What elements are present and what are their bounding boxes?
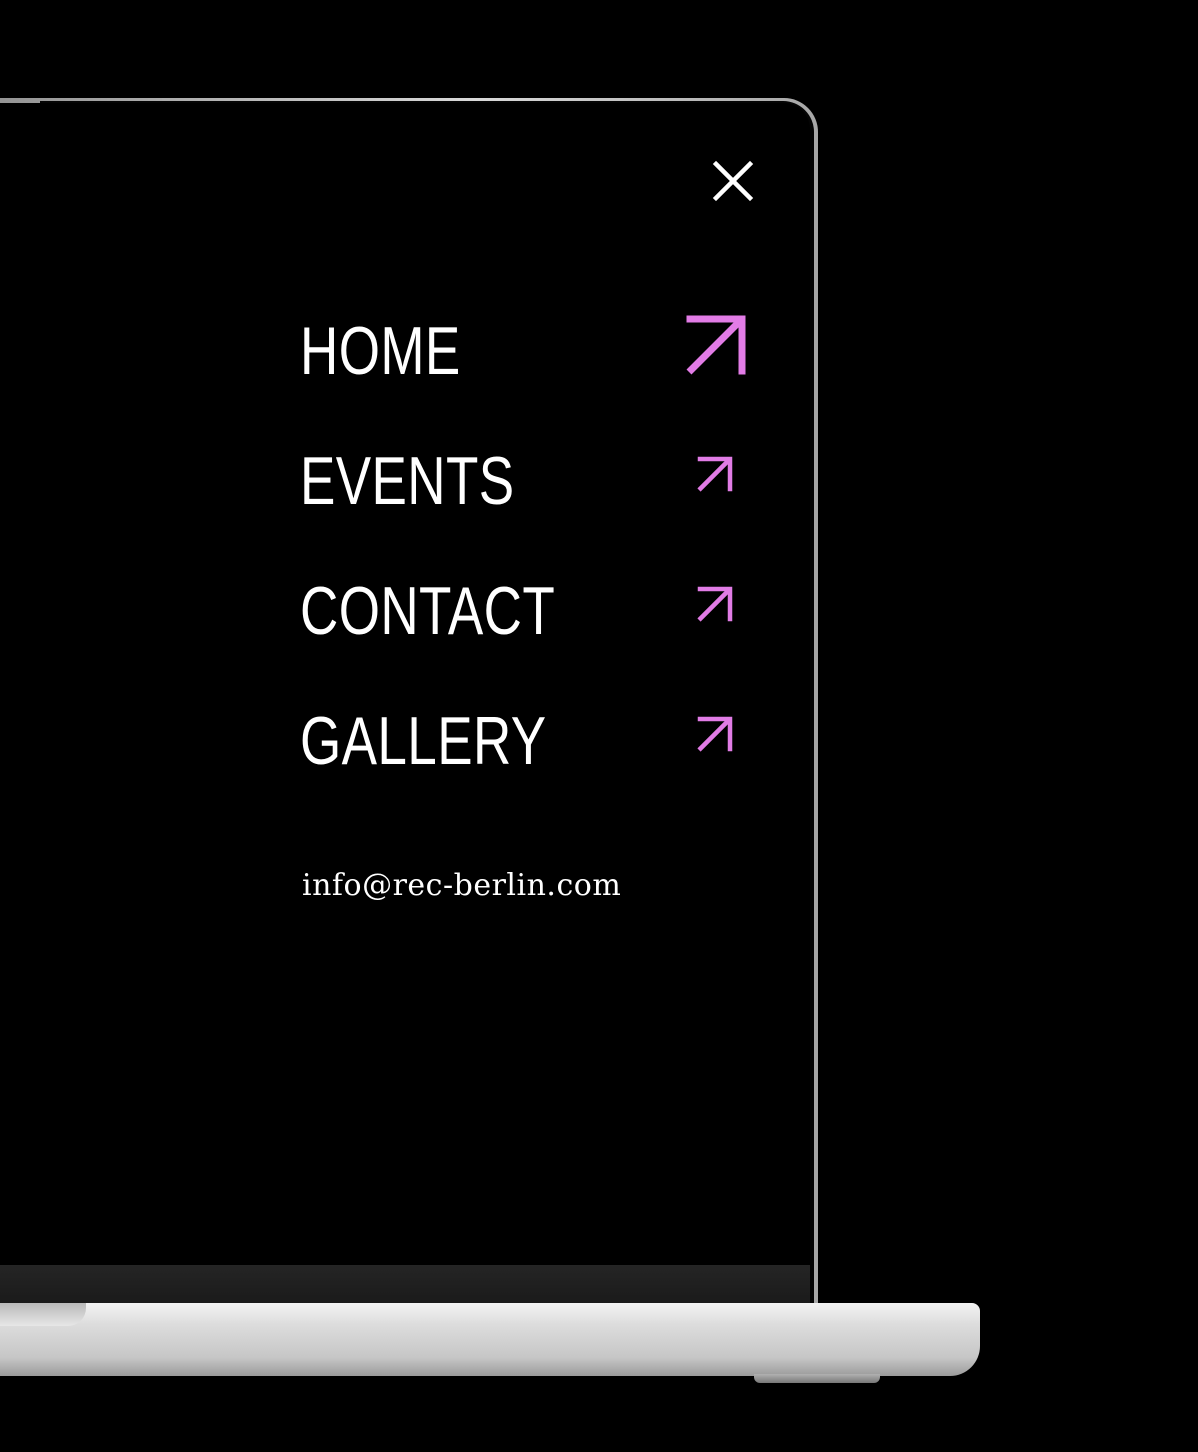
close-icon xyxy=(712,160,754,202)
arrow-up-right-icon xyxy=(697,586,733,622)
laptop-foot xyxy=(754,1374,880,1383)
nav-item-contact[interactable]: CONTACT xyxy=(300,563,750,693)
laptop-screen: HOME EVENTS CONTACT GALLERY info@rec-ber… xyxy=(0,103,810,1265)
nav-item-label: EVENTS xyxy=(300,443,515,519)
contact-email-link[interactable]: info@rec-berlin.com xyxy=(302,866,621,906)
nav-item-events[interactable]: EVENTS xyxy=(300,433,750,563)
laptop-base-notch xyxy=(0,1303,86,1326)
laptop-base xyxy=(0,1303,980,1376)
nav-item-label: GALLERY xyxy=(300,703,547,779)
arrow-up-right-icon xyxy=(697,456,733,492)
nav-item-home[interactable]: HOME xyxy=(300,303,750,433)
main-navigation: HOME EVENTS CONTACT GALLERY xyxy=(300,303,750,823)
arrow-up-right-icon xyxy=(697,716,733,752)
close-menu-button[interactable] xyxy=(710,158,756,204)
arrow-up-right-icon xyxy=(686,315,746,375)
nav-item-gallery[interactable]: GALLERY xyxy=(300,693,750,823)
laptop-mockup: HOME EVENTS CONTACT GALLERY info@rec-ber… xyxy=(0,0,1198,1452)
screen-bottom-bezel xyxy=(0,1265,810,1305)
nav-item-label: HOME xyxy=(300,313,461,389)
nav-item-label: CONTACT xyxy=(300,573,556,649)
